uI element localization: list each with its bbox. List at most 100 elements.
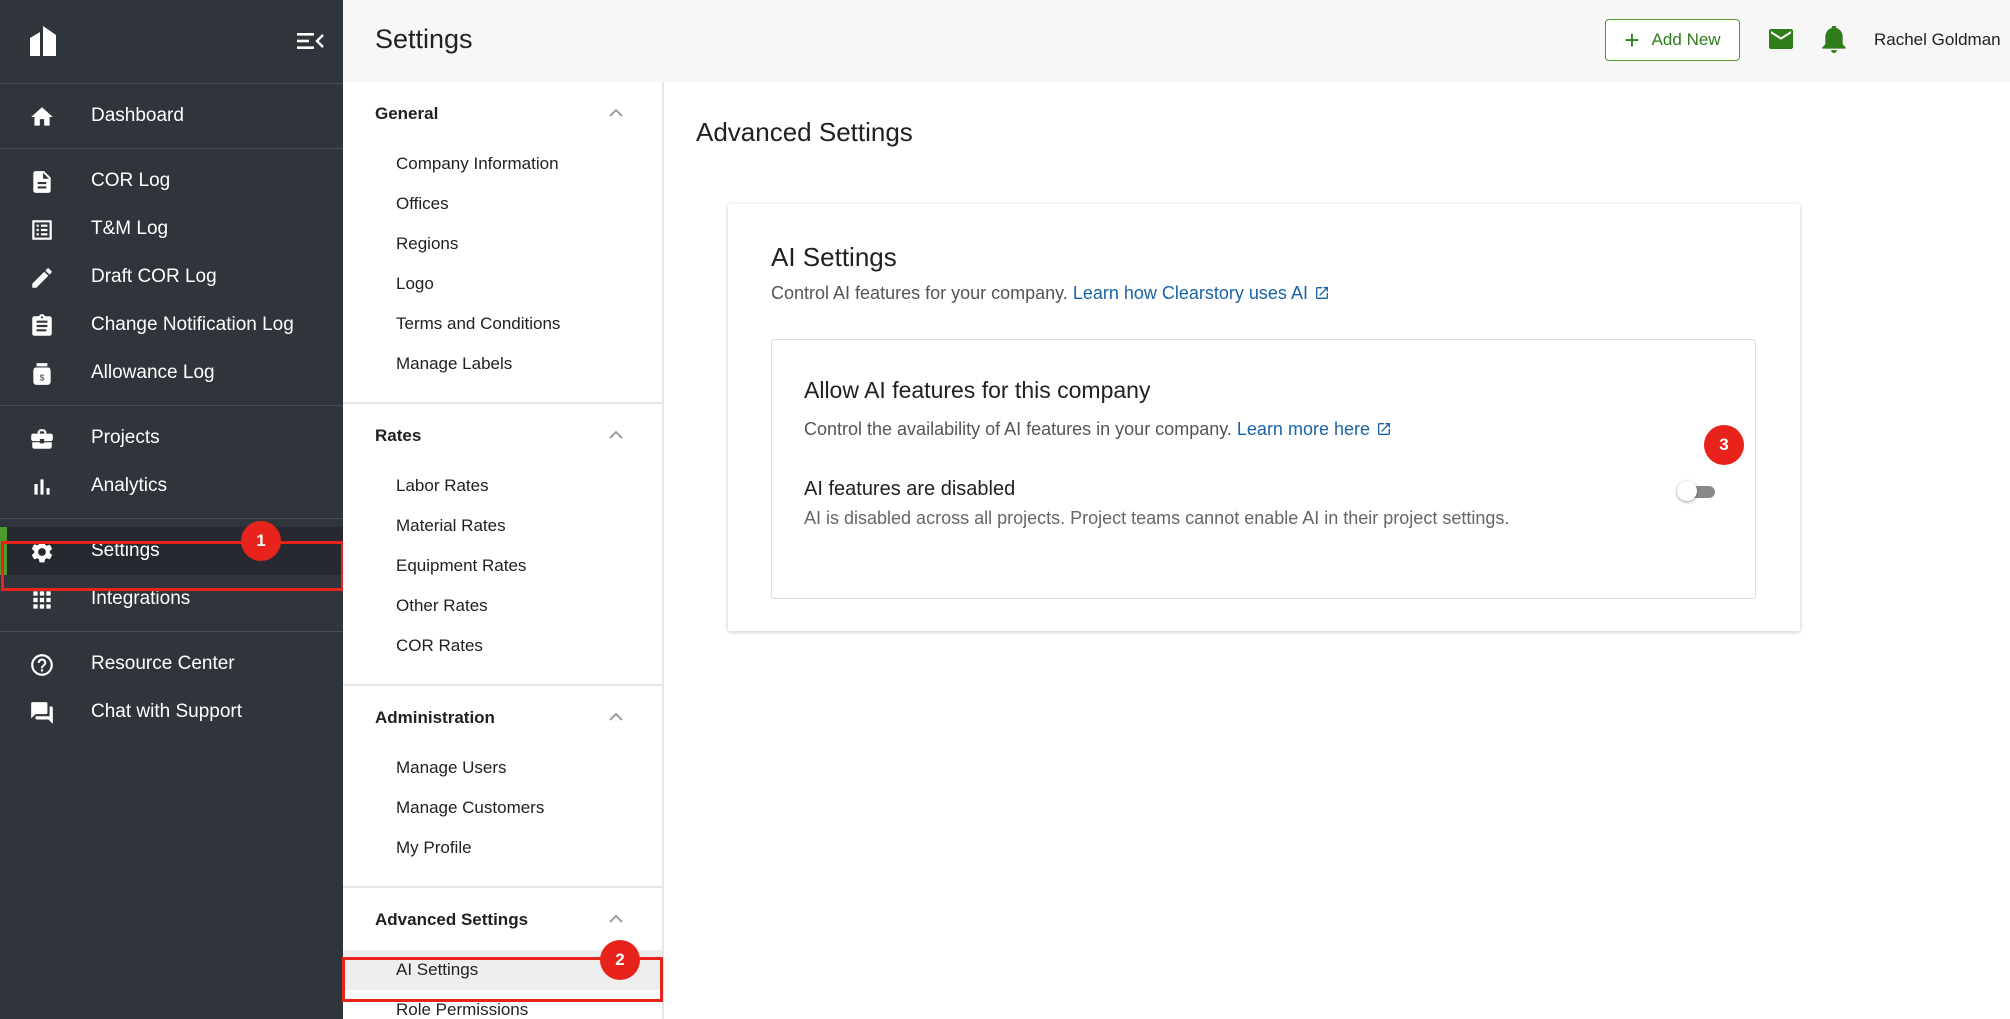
main-content: Advanced Settings AI Settings Control AI… [664, 82, 2010, 1019]
nav-item-cor-log[interactable]: COR Log [0, 157, 343, 205]
nav-group-settings: Settings Integrations [0, 519, 343, 632]
submenu-item-label: Equipment Rates [396, 556, 527, 575]
submenu-item-offices[interactable]: Offices [343, 184, 662, 224]
step-marker-3: 3 [1704, 425, 1744, 465]
submenu-header-label: Advanced Settings [375, 910, 529, 929]
list-icon [32, 220, 52, 240]
submenu-header-rates[interactable]: Rates [343, 404, 662, 466]
collapse-menu-icon[interactable] [296, 28, 324, 54]
chevron-up-icon [609, 108, 623, 117]
submenu-item-manage-labels[interactable]: Manage Labels [343, 344, 662, 384]
gear-icon [31, 541, 53, 563]
submenu-header-administration[interactable]: Administration [343, 686, 662, 748]
nav-item-label: Change Notification Log [91, 314, 294, 335]
nav-item-label: Resource Center [91, 653, 235, 674]
nav-item-integrations[interactable]: Integrations [0, 575, 343, 623]
nav-group-support: Resource Center Chat with Support [0, 632, 343, 744]
toggle-thumb [1677, 481, 1697, 501]
nav-group-logs: COR Log T&M Log Draft COR Log Change Not… [0, 149, 343, 406]
allow-ai-features-panel: Allow AI features for this company Contr… [771, 339, 1756, 599]
submenu-item-logo[interactable]: Logo [343, 264, 662, 304]
learn-how-clearstory-uses-ai-link[interactable]: Learn how Clearstory uses AI [1073, 283, 1330, 303]
nav-item-analytics[interactable]: Analytics [0, 462, 343, 510]
submenu-item-role-permissions[interactable]: Role Permissions [343, 990, 662, 1019]
add-new-button[interactable]: + Add New [1605, 19, 1740, 61]
submenu-item-manage-customers[interactable]: Manage Customers [343, 788, 662, 828]
panel-description: Control the availability of AI features … [804, 419, 1392, 440]
submenu-item-material-rates[interactable]: Material Rates [343, 506, 662, 546]
nav-item-allowance-log[interactable]: $ Allowance Log [0, 349, 343, 397]
chat-icon [31, 702, 53, 724]
submenu-item-label: Manage Customers [396, 798, 545, 817]
nav-item-label: Allowance Log [91, 362, 215, 383]
chevron-up-icon [609, 430, 623, 439]
mail-icon[interactable] [1768, 28, 1794, 50]
step-marker-1: 1 [241, 521, 281, 561]
submenu-item-label: Manage Labels [396, 354, 513, 373]
ai-status-title: AI features are disabled [804, 478, 1016, 500]
submenu-item-label: Logo [396, 274, 434, 293]
submenu-item-label: Role Permissions [396, 1000, 529, 1019]
home-icon [31, 107, 53, 126]
nav-item-label: Settings [91, 540, 160, 561]
bell-icon[interactable] [1822, 26, 1846, 54]
user-name[interactable]: Rachel Goldman [1874, 30, 2001, 50]
submenu-item-regions[interactable]: Regions [343, 224, 662, 264]
nav-item-label: Dashboard [91, 105, 184, 126]
submenu-item-label: Labor Rates [396, 476, 489, 495]
submenu-section-administration: Administration Manage Users Manage Custo… [343, 686, 662, 888]
submenu-header-label: Rates [375, 426, 422, 445]
submenu-item-terms-and-conditions[interactable]: Terms and Conditions [343, 304, 662, 344]
submenu-item-manage-users[interactable]: Manage Users [343, 748, 662, 788]
submenu-item-other-rates[interactable]: Other Rates [343, 586, 662, 626]
submenu-item-my-profile[interactable]: My Profile [343, 828, 662, 868]
page-title: Settings [375, 24, 473, 54]
submenu-item-cor-rates[interactable]: COR Rates [343, 626, 662, 666]
nav-item-label: Projects [91, 427, 160, 448]
nav-group-home: Dashboard [0, 84, 343, 149]
learn-more-here-link[interactable]: Learn more here [1237, 419, 1392, 439]
add-new-label: Add New [1651, 30, 1721, 49]
link-label: Learn more here [1236, 419, 1370, 439]
submenu-header-general[interactable]: General [343, 82, 662, 144]
nav-item-projects[interactable]: Projects [0, 414, 343, 462]
nav-item-settings[interactable]: Settings [0, 527, 343, 575]
plus-icon: + [1624, 25, 1640, 55]
ai-features-toggle[interactable] [1677, 480, 1717, 502]
submenu-item-company-information[interactable]: Company Information [343, 144, 662, 184]
document-icon [33, 171, 51, 193]
submenu-item-label: AI Settings [396, 960, 479, 979]
bar-chart-icon [34, 479, 50, 495]
submenu-section-rates: Rates Labor Rates Material Rates Equipme… [343, 404, 662, 686]
section-title: Advanced Settings [696, 117, 913, 147]
money-jar-icon: $ [33, 363, 51, 385]
submenu-header-label: General [375, 104, 439, 123]
nav-item-label: COR Log [91, 170, 171, 191]
panel-description-text: Control the availability of AI features … [804, 419, 1232, 439]
external-link-icon [1315, 287, 1328, 299]
top-bar: Settings + Add New Rachel Goldman [343, 0, 2010, 82]
nav-item-draft-cor-log[interactable]: Draft COR Log [0, 253, 343, 301]
nav-item-label: Draft COR Log [91, 266, 217, 287]
svg-text:$: $ [40, 373, 45, 383]
submenu-item-label: COR Rates [396, 636, 483, 655]
link-label: Learn how Clearstory uses AI [1072, 283, 1308, 303]
nav-item-label: Analytics [91, 475, 168, 496]
company-logo-icon[interactable] [30, 26, 56, 56]
chevron-up-icon [609, 914, 623, 923]
submenu-section-general: General Company Information Offices Regi… [343, 82, 662, 404]
ai-status-description: AI is disabled across all projects. Proj… [804, 508, 1510, 528]
nav-header [0, 0, 343, 84]
external-link-icon [1377, 423, 1390, 435]
step-marker-2: 2 [600, 940, 640, 980]
nav-item-label: T&M Log [91, 218, 169, 239]
nav-item-tm-log[interactable]: T&M Log [0, 205, 343, 253]
grid-icon [33, 591, 51, 609]
nav-item-resource-center[interactable]: Resource Center [0, 640, 343, 688]
nav-item-chat-with-support[interactable]: Chat with Support [0, 688, 343, 736]
settings-submenu: General Company Information Offices Regi… [343, 82, 664, 1019]
nav-item-dashboard[interactable]: Dashboard [0, 92, 343, 140]
submenu-item-labor-rates[interactable]: Labor Rates [343, 466, 662, 506]
nav-item-change-notification-log[interactable]: Change Notification Log [0, 301, 343, 349]
submenu-item-equipment-rates[interactable]: Equipment Rates [343, 546, 662, 586]
